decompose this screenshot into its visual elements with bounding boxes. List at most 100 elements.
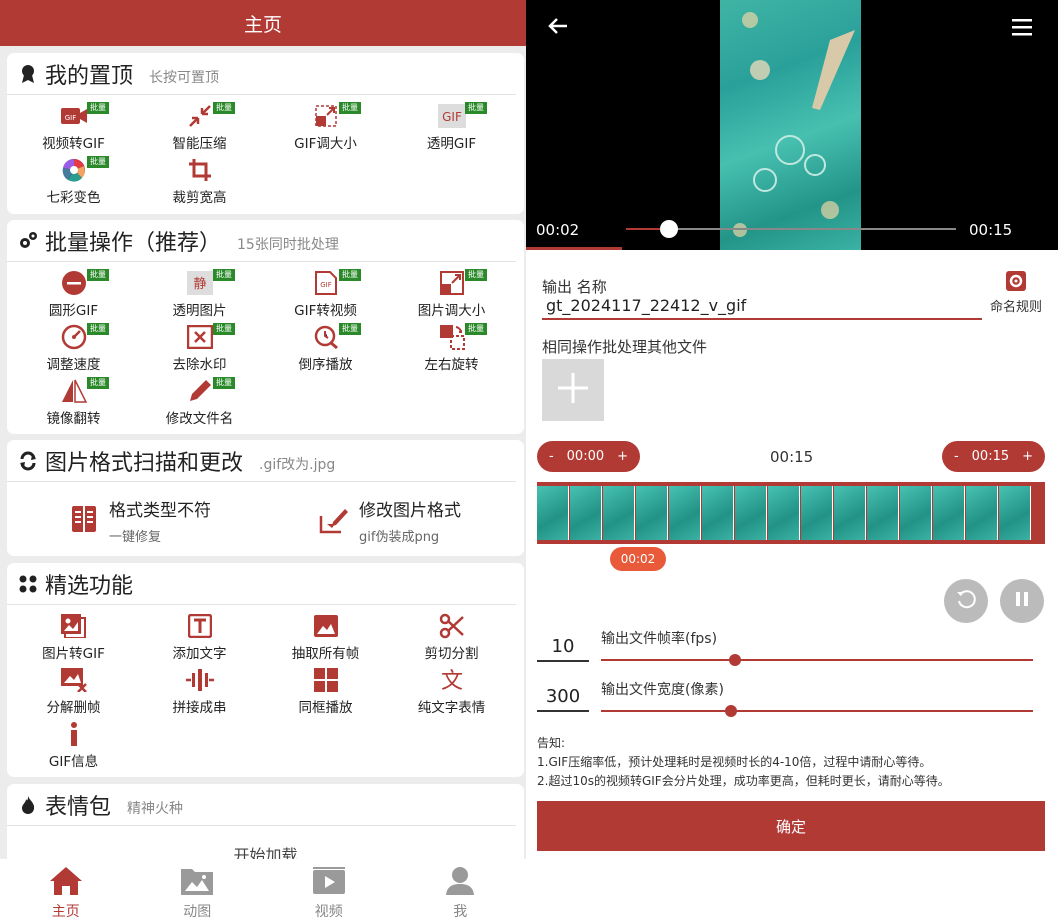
pinned-item[interactable]: 批量 七彩变色 (11, 153, 136, 206)
batch-item[interactable]: 批量 去除水印 (137, 320, 262, 373)
featured-item[interactable]: GIF信息 (11, 717, 136, 770)
featured-item[interactable]: 同框播放 (263, 663, 388, 716)
pinned-item[interactable]: 批量 智能压缩 (137, 99, 262, 152)
batch-item[interactable]: GIF 批量 GIF转视频 (263, 266, 388, 319)
featured-item[interactable]: 剪切分割 (389, 609, 514, 662)
batch-item[interactable]: 批量 倒序播放 (263, 320, 388, 373)
batch-badge: 批量 (339, 323, 361, 335)
format-mismatch-sub: 一键修复 (109, 530, 162, 545)
pinned-item-label: GIF调大小 (294, 136, 357, 152)
batch-item[interactable]: 批量左右旋转 (389, 320, 514, 373)
batch-title: 批量操作（推荐） (45, 230, 222, 256)
pinned-item[interactable]: GIF 批量 透明GIF (389, 99, 514, 152)
pinned-item[interactable]: 批量 GIF调大小 (263, 99, 388, 152)
featured-item[interactable]: 添加文字 (137, 609, 262, 662)
apps-icon (17, 573, 39, 595)
batch-item[interactable]: 批量 圆形GIF (11, 266, 136, 319)
batch-item-label: 镜像翻转 (46, 411, 101, 427)
pinned-item[interactable]: GIF 批量 视频转GIF (11, 99, 136, 152)
batch-item-label: 修改文件名 (165, 411, 234, 427)
pause-button[interactable] (1000, 579, 1044, 623)
featured-item[interactable]: 拼接成串 (137, 663, 262, 716)
video-seekbar-thumb[interactable] (659, 220, 678, 238)
batch-item[interactable]: 静批量 透明图片 (137, 266, 262, 319)
playhead-marker[interactable]: 00:02 (610, 547, 666, 571)
batch-item[interactable]: 批量修改文件名 (137, 374, 262, 427)
tab-video[interactable]: 视频 (263, 859, 395, 923)
format-mismatch-button[interactable]: 格式类型不符 一键修复 (71, 496, 211, 545)
emoji-header: 表情包 精神火种 (7, 784, 516, 826)
tab-me[interactable]: 我 (395, 859, 527, 923)
batch-item-label: 调整速度 (46, 357, 101, 373)
svg-text:静: 静 (193, 277, 206, 292)
fire-icon (17, 794, 39, 816)
back-arrow-icon[interactable] (546, 14, 570, 42)
trim-end-control: - 00:15 + (942, 441, 1045, 472)
reset-icon (955, 588, 977, 614)
featured-title: 精选功能 (45, 573, 134, 599)
format-mismatch-title: 格式类型不符 (109, 501, 211, 521)
resize-icon (312, 103, 340, 129)
width-slider[interactable] (601, 705, 1033, 717)
featured-item[interactable]: 分解删帧 (11, 663, 136, 716)
width-label: 输出文件宽度(像素) (601, 682, 724, 698)
featured-item-label: 分解删帧 (46, 700, 101, 716)
batch-badge: 批量 (465, 269, 487, 281)
image-folder-icon (132, 865, 264, 897)
fps-slider[interactable] (601, 654, 1033, 666)
output-name-input[interactable]: gt_2024117_22412_v_gif (542, 296, 982, 320)
bottom-tab-bar: 主页 动图 视频 我 (0, 859, 526, 923)
width-slider-thumb[interactable] (724, 705, 737, 717)
trim-start-time: 00:00 (566, 449, 605, 464)
featured-header: 精选功能 (7, 563, 516, 605)
trim-end-minus[interactable]: - (954, 449, 959, 464)
batch-badge: 批量 (87, 323, 109, 335)
video-player[interactable]: 00:02 00:15 (526, 0, 1058, 250)
batch-item[interactable]: 批量 镜像翻转 (11, 374, 136, 427)
batch-badge: 批量 (465, 323, 487, 335)
batch-badge: 批量 (339, 102, 361, 114)
filmstrip-frame (999, 486, 1031, 540)
batch-badge: 批量 (213, 377, 235, 389)
fps-label: 输出文件帧率(fps) (601, 631, 718, 647)
batch-item-label: 左右旋转 (424, 357, 479, 373)
trim-end-plus[interactable]: + (1022, 449, 1033, 464)
batch-item-label: 图片调大小 (417, 303, 486, 319)
featured-grid: 图片转GIF 添加文字 抽取所有帧 剪切分割分解删帧 拼接成串 同框播放 文纯文字表情 GIF… (7, 605, 524, 773)
batch-badge: 批量 (213, 269, 235, 281)
tab-home[interactable]: 主页 (0, 859, 132, 923)
pinned-item-label: 七彩变色 (46, 190, 101, 206)
fps-slider-thumb[interactable] (728, 654, 741, 666)
batch-item[interactable]: 批量调整速度 (11, 320, 136, 373)
info-icon (60, 721, 88, 747)
gif-video-icon: GIF (312, 270, 340, 296)
page-title: 主页 (243, 13, 282, 36)
featured-item[interactable]: 文纯文字表情 (389, 663, 514, 716)
fps-input[interactable]: 10 (537, 636, 589, 662)
trim-start-plus[interactable]: + (617, 449, 628, 464)
video-seekbar[interactable] (626, 220, 956, 238)
featured-item[interactable]: 抽取所有帧 (263, 609, 388, 662)
reset-button[interactable] (944, 579, 988, 623)
batch-subtitle: 15张同时批处理 (237, 236, 339, 253)
confirm-button[interactable]: 确定 (537, 801, 1045, 851)
format-subtitle: .gif改为.jpg (259, 456, 336, 473)
notice-block: 告知: 1.GIF压缩率低，预计处理耗时是视频时长的4-10倍，过程中请耐心等待… (537, 734, 950, 791)
speedometer-icon (60, 324, 88, 350)
change-format-button[interactable]: 修改图片格式 gif伪装成png (319, 496, 461, 545)
svg-text:GIF: GIF (442, 110, 462, 124)
batch-badge: 批量 (465, 102, 487, 114)
batch-item-label: 圆形GIF (48, 303, 99, 319)
featured-item-label: 拼接成串 (172, 700, 227, 716)
add-file-button[interactable] (542, 359, 604, 421)
naming-rule-button[interactable]: 命名规则 (986, 270, 1046, 315)
frame-filmstrip[interactable] (537, 482, 1045, 544)
width-input[interactable]: 300 (537, 686, 589, 712)
featured-item[interactable]: 图片转GIF (11, 609, 136, 662)
batch-item[interactable]: 批量图片调大小 (389, 266, 514, 319)
menu-icon[interactable] (1010, 16, 1034, 42)
tab-gif[interactable]: 动图 (132, 859, 264, 923)
featured-item-label: GIF信息 (48, 754, 99, 770)
trim-start-minus[interactable]: - (549, 449, 554, 464)
pinned-item[interactable]: 裁剪宽高 (137, 153, 262, 206)
